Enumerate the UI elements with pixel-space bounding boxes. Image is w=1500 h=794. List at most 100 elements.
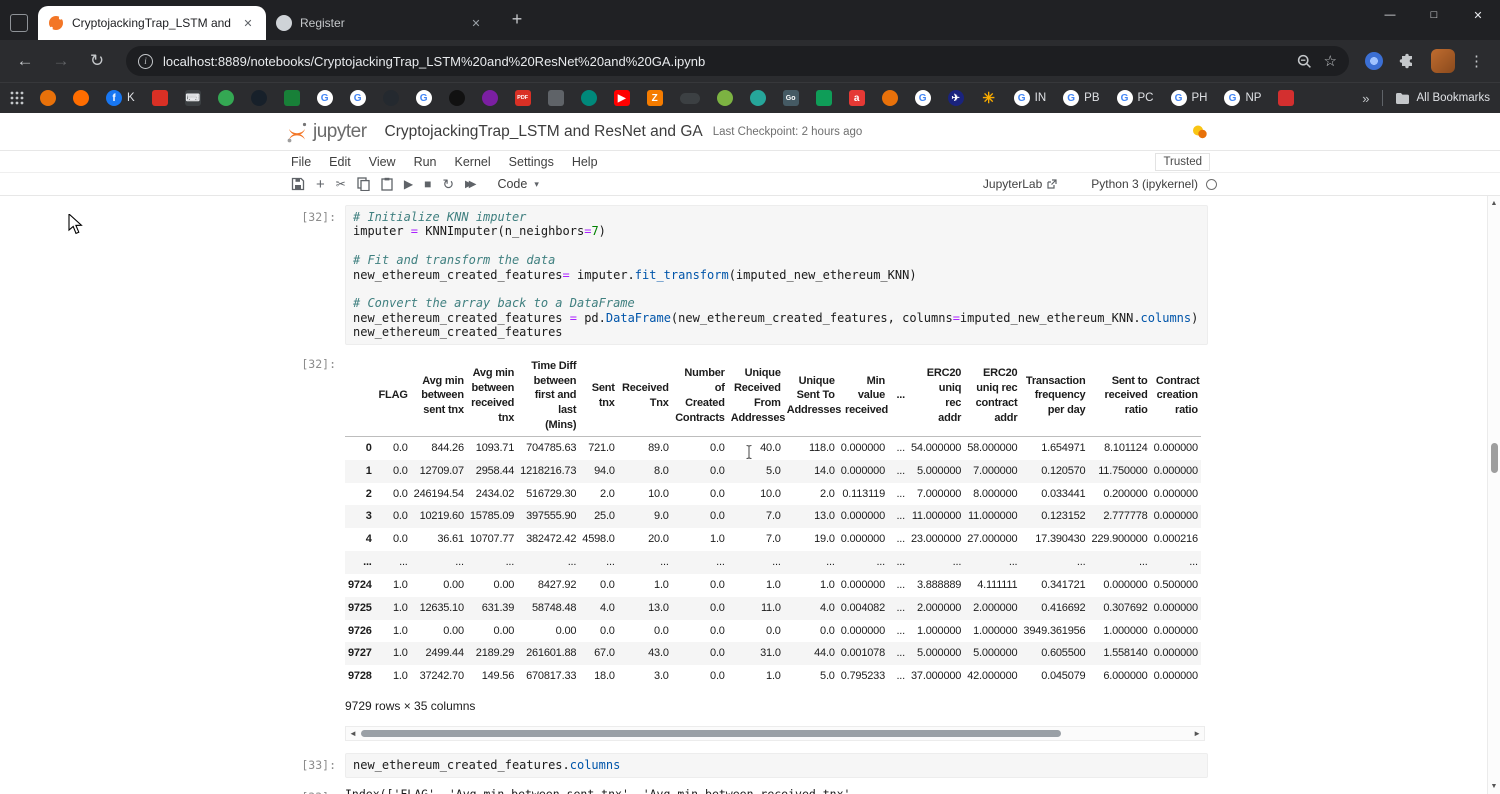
bookmark-item[interactable] bbox=[717, 90, 733, 106]
url-text[interactable]: localhost:8889/notebooks/CryptojackingTr… bbox=[163, 54, 1285, 69]
extensions-puzzle-icon[interactable] bbox=[1399, 53, 1415, 69]
bookmark-item[interactable] bbox=[548, 90, 564, 106]
bookmark-item[interactable]: ✈ bbox=[948, 90, 964, 106]
bookmark-item[interactable] bbox=[482, 90, 498, 106]
code-editor-33[interactable]: new_ethereum_created_features.columns bbox=[345, 753, 1208, 777]
bookmark-item[interactable]: GNP bbox=[1224, 90, 1261, 106]
bookmark-item[interactable] bbox=[40, 90, 56, 106]
cut-cell-button[interactable]: ✂ bbox=[336, 177, 346, 191]
scroll-left-icon[interactable]: ◄ bbox=[349, 728, 357, 740]
extension-icon[interactable] bbox=[1365, 52, 1383, 70]
bookmark-item[interactable]: G bbox=[350, 90, 366, 106]
notebook-title[interactable]: CryptojackingTrap_LSTM and ResNet and GA bbox=[385, 123, 703, 141]
menu-item-help[interactable]: Help bbox=[563, 155, 607, 169]
jupyter-logo[interactable]: jupyter bbox=[285, 120, 367, 144]
bookmark-item[interactable] bbox=[816, 90, 832, 106]
bookmark-item[interactable] bbox=[383, 90, 399, 106]
horizontal-scrollbar-thumb[interactable] bbox=[361, 730, 1061, 737]
bookmark-item[interactable]: PDF bbox=[515, 90, 531, 106]
browser-tab-register[interactable]: Register ✕ bbox=[266, 6, 494, 40]
close-window-button[interactable]: ✕ bbox=[1456, 0, 1500, 30]
new-tab-button[interactable]: + bbox=[504, 6, 530, 32]
restart-run-all-button[interactable]: ▶▶ bbox=[465, 179, 476, 190]
address-bar[interactable]: i localhost:8889/notebooks/Cryptojacking… bbox=[126, 46, 1349, 76]
code-editor-32[interactable]: # Initialize KNN imputerimputer = KNNImp… bbox=[345, 205, 1208, 345]
bookmark-item[interactable]: ⌨ bbox=[185, 90, 201, 106]
bookmark-item[interactable]: GPH bbox=[1171, 90, 1208, 106]
forward-button[interactable]: → bbox=[46, 46, 76, 76]
column-header: Sent tnx bbox=[579, 355, 617, 437]
bookmark-item[interactable] bbox=[449, 90, 465, 106]
table-cell: 4598.0 bbox=[579, 528, 617, 551]
insert-cell-button[interactable]: + bbox=[316, 176, 325, 193]
bookmark-item[interactable]: a bbox=[849, 90, 865, 106]
menu-item-run[interactable]: Run bbox=[405, 155, 446, 169]
horizontal-scrollbar[interactable]: ◄ ► bbox=[345, 726, 1205, 741]
apps-grid-icon[interactable] bbox=[10, 91, 24, 105]
scroll-up-icon[interactable]: ▲ bbox=[1488, 200, 1500, 207]
bookmark-item[interactable]: G bbox=[915, 90, 931, 106]
bookmark-item[interactable]: G bbox=[317, 90, 333, 106]
minimize-button[interactable]: — bbox=[1368, 0, 1412, 30]
menu-item-edit[interactable]: Edit bbox=[320, 155, 360, 169]
tab-close-icon[interactable]: ✕ bbox=[240, 15, 256, 31]
vertical-scrollbar-thumb[interactable] bbox=[1491, 443, 1498, 473]
site-info-icon[interactable]: i bbox=[138, 54, 153, 69]
code-cell-33[interactable]: [33]: new_ethereum_created_features.colu… bbox=[283, 753, 1208, 777]
reload-button[interactable]: ↻ bbox=[82, 46, 112, 76]
scroll-right-icon[interactable]: ► bbox=[1193, 728, 1201, 740]
run-cell-button[interactable]: ▶ bbox=[404, 177, 413, 191]
trusted-badge[interactable]: Trusted bbox=[1155, 153, 1210, 171]
bookmark-item[interactable] bbox=[750, 90, 766, 106]
table-cell: 2.777778 bbox=[1088, 505, 1150, 528]
code-cell-32[interactable]: [32]: # Initialize KNN imputerimputer = … bbox=[283, 205, 1208, 345]
scroll-down-icon[interactable]: ▼ bbox=[1488, 783, 1500, 790]
browser-menu-icon[interactable]: ⋮ bbox=[1469, 52, 1484, 70]
table-cell: 2.0 bbox=[579, 483, 617, 506]
bookmark-item[interactable]: G bbox=[416, 90, 432, 106]
bookmark-item[interactable] bbox=[284, 90, 300, 106]
paste-cell-button[interactable] bbox=[381, 177, 393, 191]
bookmark-item[interactable]: Go bbox=[783, 90, 799, 106]
restart-kernel-button[interactable]: ↻ bbox=[442, 176, 454, 193]
bookmark-item[interactable]: GIN bbox=[1014, 90, 1047, 106]
copy-cell-button[interactable] bbox=[357, 177, 370, 191]
menu-item-view[interactable]: View bbox=[360, 155, 405, 169]
save-button[interactable] bbox=[291, 177, 305, 191]
bookmark-item[interactable]: GPB bbox=[1063, 90, 1099, 106]
bookmark-item[interactable] bbox=[1278, 90, 1294, 106]
vertical-scrollbar[interactable]: ▲ ▼ bbox=[1487, 196, 1500, 794]
bookmark-favicon: G bbox=[915, 90, 931, 106]
table-cell: 10219.60 bbox=[411, 505, 467, 528]
zoom-icon[interactable] bbox=[1297, 54, 1312, 69]
back-button[interactable]: ← bbox=[10, 46, 40, 76]
menu-item-settings[interactable]: Settings bbox=[500, 155, 563, 169]
bookmark-item[interactable] bbox=[882, 90, 898, 106]
profile-avatar[interactable] bbox=[1431, 49, 1455, 73]
bookmark-item[interactable] bbox=[152, 90, 168, 106]
bookmark-item[interactable] bbox=[251, 90, 267, 106]
cell-type-dropdown[interactable]: Code ▾ bbox=[497, 177, 538, 191]
menu-item-kernel[interactable]: Kernel bbox=[446, 155, 500, 169]
all-bookmarks-button[interactable]: All Bookmarks bbox=[1395, 92, 1491, 105]
kernel-indicator[interactable]: Python 3 (ipykernel) bbox=[1091, 177, 1217, 191]
bookmark-item[interactable]: ▶ bbox=[614, 90, 630, 106]
maximize-button[interactable]: □ bbox=[1412, 0, 1456, 30]
tab-close-icon[interactable]: ✕ bbox=[468, 15, 484, 31]
bookmark-item[interactable]: ✳ bbox=[981, 90, 997, 106]
bookmark-item[interactable]: GPC bbox=[1117, 90, 1154, 106]
menu-item-file[interactable]: File bbox=[291, 155, 320, 169]
bookmark-star-icon[interactable]: ☆ bbox=[1324, 52, 1337, 70]
bookmark-item[interactable] bbox=[581, 90, 597, 106]
open-in-jupyterlab-link[interactable]: JupyterLab bbox=[983, 177, 1057, 191]
bookmark-item[interactable]: Z bbox=[647, 90, 663, 106]
table-cell: 0.000000 bbox=[838, 620, 888, 643]
table-cell: 8.000000 bbox=[964, 483, 1020, 506]
bookmarks-overflow-icon[interactable]: » bbox=[1362, 91, 1369, 106]
browser-tab-notebook[interactable]: CryptojackingTrap_LSTM and R ✕ bbox=[38, 6, 266, 40]
bookmark-item[interactable] bbox=[73, 90, 89, 106]
interrupt-kernel-button[interactable]: ■ bbox=[424, 177, 431, 191]
bookmark-item[interactable] bbox=[218, 90, 234, 106]
bookmark-item[interactable] bbox=[680, 93, 700, 104]
bookmark-item[interactable]: fK bbox=[106, 90, 135, 106]
